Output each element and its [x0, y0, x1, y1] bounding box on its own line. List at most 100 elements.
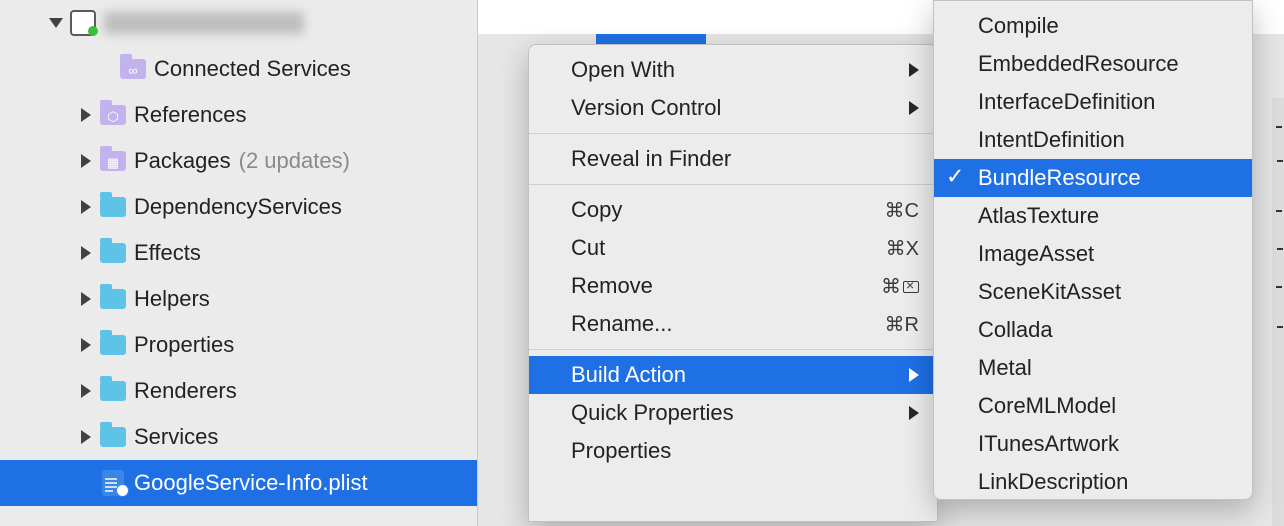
submenu-item[interactable]: SceneKitAsset — [934, 273, 1252, 311]
menu-item-label: Remove — [571, 273, 653, 299]
menu-item-label: Rename... — [571, 311, 673, 337]
menu-shortcut: ⌘R — [885, 312, 919, 337]
disclosure-down-icon[interactable] — [46, 13, 66, 33]
menu-item[interactable]: Reveal in Finder — [529, 140, 937, 178]
submenu-item-label: BundleResource — [978, 165, 1141, 191]
submenu-item[interactable]: ✓ BundleResource — [934, 159, 1252, 197]
special-folder-icon: ▦ — [100, 150, 126, 172]
disclosure-none[interactable] — [96, 59, 116, 79]
context-menu[interactable]: Open With Version Control Reveal in Finder… — [528, 44, 938, 522]
special-folder-icon: ⬡ — [100, 104, 126, 126]
submenu-item[interactable]: AtlasTexture — [934, 197, 1252, 235]
submenu-item[interactable]: LinkDescription — [934, 463, 1252, 501]
disclosure-right-icon[interactable] — [76, 335, 96, 355]
tree-item-suffix: (2 updates) — [239, 148, 350, 174]
tree-item-label: Effects — [134, 240, 201, 266]
submenu-item[interactable]: IntentDefinition — [934, 121, 1252, 159]
menu-item-label: Properties — [571, 438, 671, 464]
solution-explorer[interactable]: ∞ Connected Services ⬡ References ▦ Packages (… — [0, 0, 478, 526]
chevron-right-icon — [909, 368, 919, 382]
submenu-item[interactable]: Collada — [934, 311, 1252, 349]
check-icon: ✓ — [946, 164, 964, 190]
disclosure-right-icon[interactable] — [76, 289, 96, 309]
submenu-item-label: Compile — [978, 13, 1059, 39]
special-folder-icon: ∞ — [120, 58, 146, 80]
menu-shortcut: ⌘X — [886, 236, 919, 261]
tree-item[interactable]: Properties — [0, 322, 477, 368]
tree-item[interactable]: Renderers — [0, 368, 477, 414]
tree-item[interactable]: ⬡ References — [0, 92, 477, 138]
tree-item[interactable]: ∞ Connected Services — [0, 46, 477, 92]
menu-item-label: Quick Properties — [571, 400, 734, 426]
menu-separator — [529, 184, 937, 185]
tree-item-label: DependencyServices — [134, 194, 342, 220]
menu-item[interactable]: Build Action — [529, 356, 937, 394]
tree-item-label: Connected Services — [154, 56, 351, 82]
ruler — [1272, 98, 1284, 526]
submenu-item[interactable]: EmbeddedResource — [934, 45, 1252, 83]
menu-item-label: Open With — [571, 57, 675, 83]
tree-item-label: Packages — [134, 148, 231, 174]
disclosure-right-icon[interactable] — [76, 243, 96, 263]
tree-item-label: Helpers — [134, 286, 210, 312]
file-label: GoogleService-Info.plist — [134, 470, 368, 496]
menu-item-label: Cut — [571, 235, 605, 261]
menu-item-label: Version Control — [571, 95, 721, 121]
tree-item-label: References — [134, 102, 247, 128]
submenu-item-label: CoreMLModel — [978, 393, 1116, 419]
disclosure-right-icon[interactable] — [76, 105, 96, 125]
folder-icon — [100, 334, 126, 356]
submenu-item-label: LinkDescription — [978, 469, 1128, 495]
disclosure-right-icon[interactable] — [76, 427, 96, 447]
submenu-item-label: Collada — [978, 317, 1053, 343]
tree-item[interactable]: ▦ Packages (2 updates) — [0, 138, 477, 184]
submenu-item-label: AtlasTexture — [978, 203, 1099, 229]
menu-item[interactable]: Cut ⌘X — [529, 229, 937, 267]
menu-item-label: Reveal in Finder — [571, 146, 731, 172]
submenu-item[interactable]: Compile — [934, 7, 1252, 45]
folder-icon — [100, 242, 126, 264]
submenu-item[interactable]: ImageAsset — [934, 235, 1252, 273]
disclosure-right-icon[interactable] — [76, 197, 96, 217]
menu-item[interactable]: Version Control — [529, 89, 937, 127]
chevron-right-icon — [909, 101, 919, 115]
tree-item-label: Properties — [134, 332, 234, 358]
menu-item[interactable]: Rename... ⌘R — [529, 305, 937, 343]
tree-item-label: Renderers — [134, 378, 237, 404]
menu-item[interactable]: Properties — [529, 432, 937, 470]
tree-item[interactable]: Helpers — [0, 276, 477, 322]
menu-item[interactable]: Open With — [529, 51, 937, 89]
menu-item-label: Copy — [571, 197, 622, 223]
project-icon — [70, 12, 96, 34]
tree-item[interactable]: Services — [0, 414, 477, 460]
menu-shortcut: ⌘ — [881, 274, 919, 299]
submenu-item[interactable]: ITunesArtwork — [934, 425, 1252, 463]
submenu-item-label: SceneKitAsset — [978, 279, 1121, 305]
tree-item-label: Services — [134, 424, 218, 450]
disclosure-right-icon[interactable] — [76, 151, 96, 171]
menu-item-label: Build Action — [571, 362, 686, 388]
menu-item[interactable]: Quick Properties — [529, 394, 937, 432]
menu-item[interactable]: Copy⌘C — [529, 191, 937, 229]
submenu-item[interactable]: InterfaceDefinition — [934, 83, 1252, 121]
submenu-item-label: EmbeddedResource — [978, 51, 1179, 77]
submenu-item-label: IntentDefinition — [978, 127, 1125, 153]
submenu-item-label: ITunesArtwork — [978, 431, 1119, 457]
menu-separator — [529, 349, 937, 350]
tree-item[interactable]: Effects — [0, 230, 477, 276]
folder-icon — [100, 196, 126, 218]
disclosure-right-icon[interactable] — [76, 381, 96, 401]
folder-icon — [100, 380, 126, 402]
submenu-item[interactable]: CoreMLModel — [934, 387, 1252, 425]
build-action-submenu[interactable]: Compile EmbeddedResource InterfaceDefiniti… — [933, 0, 1253, 500]
project-row[interactable] — [0, 0, 477, 46]
chevron-right-icon — [909, 406, 919, 420]
plist-file-icon — [100, 472, 126, 494]
menu-item[interactable]: Remove ⌘ — [529, 267, 937, 305]
tree-item[interactable]: DependencyServices — [0, 184, 477, 230]
submenu-item[interactable]: Metal — [934, 349, 1252, 387]
submenu-item-label: Metal — [978, 355, 1032, 381]
submenu-item-label: InterfaceDefinition — [978, 89, 1155, 115]
file-row-selected[interactable]: GoogleService-Info.plist — [0, 460, 477, 506]
folder-icon — [100, 426, 126, 448]
